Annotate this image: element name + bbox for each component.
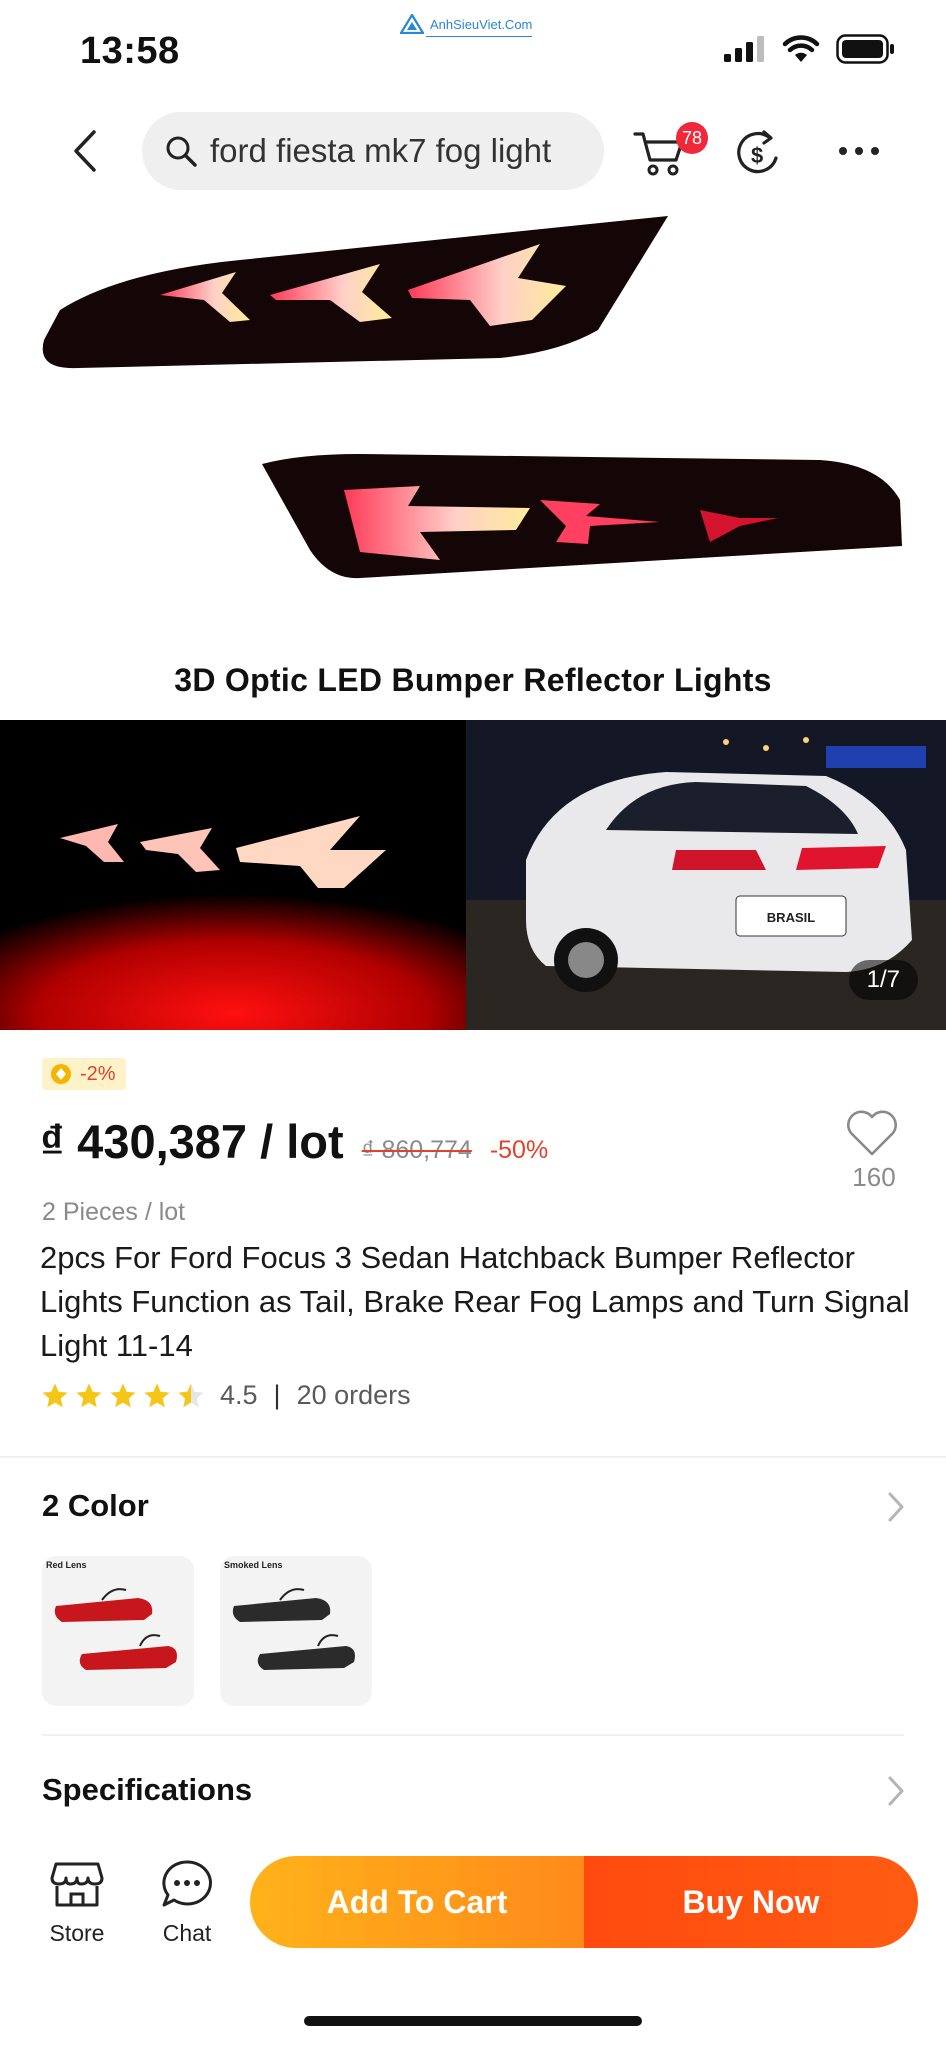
search-input[interactable]: ford fiesta mk7 fog light — [142, 112, 604, 190]
svg-text:$: $ — [751, 143, 763, 168]
star-icon — [76, 1383, 102, 1407]
color-section-title[interactable]: 2 Color — [42, 1488, 149, 1524]
chat-icon — [162, 1860, 212, 1907]
watermark-underline — [426, 36, 533, 37]
rating-stars — [40, 1381, 206, 1411]
purchase-buttons: Add To Cart Buy Now — [250, 1856, 918, 1948]
back-button[interactable] — [66, 126, 110, 176]
rating-value: 4.5 — [220, 1380, 258, 1410]
battery-icon — [836, 34, 894, 64]
color-swatch-smoked[interactable]: Smoked Lens — [220, 1556, 372, 1706]
pieces-per-lot: 2 Pieces / lot — [42, 1198, 186, 1226]
watermark: AnhSieuViet.Com — [400, 14, 533, 37]
add-to-cart-button[interactable]: Add To Cart — [250, 1856, 584, 1948]
product-title: 2pcs For Ford Focus 3 Sedan Hatchback Bu… — [40, 1240, 910, 1363]
store-label: Store — [49, 1920, 105, 1946]
section-divider — [0, 1456, 946, 1458]
star-icon — [110, 1383, 136, 1407]
coin-button[interactable]: $ — [734, 124, 782, 180]
coin-discount-text: -2% — [80, 1062, 116, 1085]
wishlist-count: 160 — [852, 1162, 896, 1192]
store-icon — [50, 1862, 104, 1907]
buy-now-button[interactable]: Buy Now — [584, 1856, 918, 1948]
specifications-chevron[interactable] — [886, 1774, 906, 1808]
reflector-lights-illustration — [42, 216, 902, 579]
signal-icon — [724, 36, 764, 62]
product-gallery[interactable]: 3D Optic LED Bumper Reflector Lights BRA… — [0, 200, 946, 1030]
chevron-right-icon — [888, 1492, 904, 1522]
discount-percent: -50% — [489, 1136, 549, 1164]
star-icon — [144, 1383, 170, 1407]
rating-separator: | — [273, 1380, 281, 1410]
wishlist-button[interactable] — [844, 1108, 900, 1158]
chat-label: Chat — [162, 1920, 212, 1946]
watermark-triangle-icon — [400, 14, 424, 34]
current-price: ₫ 430,387 / lot — [40, 1115, 344, 1168]
half-star-icon — [178, 1383, 204, 1407]
coin-badge-icon — [51, 1064, 71, 1084]
smoked-lens-thumbnail — [232, 1588, 355, 1670]
gallery-main-image: 3D Optic LED Bumper Reflector Lights — [0, 200, 946, 720]
more-icon — [839, 147, 879, 155]
store-button[interactable]: Store — [32, 1858, 122, 1947]
coin-discount-chip: -2% — [42, 1058, 126, 1090]
coin-icon: $ — [737, 130, 778, 174]
search-icon — [166, 136, 197, 167]
orders-count: 20 orders — [296, 1380, 411, 1410]
status-icons — [724, 34, 896, 64]
more-button[interactable] — [834, 136, 884, 166]
gallery-thumb-led — [0, 720, 466, 1030]
swatch-label: Smoked Lens — [224, 1560, 283, 1570]
home-indicator[interactable] — [304, 2016, 642, 2026]
chevron-right-icon — [888, 1776, 904, 1806]
color-section-chevron[interactable] — [886, 1490, 906, 1524]
search-query: ford fiesta mk7 fog light — [210, 132, 552, 169]
original-price: ₫ 860,774 — [361, 1136, 472, 1164]
red-glow-illustration — [0, 720, 466, 1030]
cart-badge: 78 — [676, 122, 708, 154]
gallery-thumb-car: BRASIL 1/7 — [466, 720, 946, 1030]
status-time: 13:58 — [80, 30, 180, 72]
heart-icon — [847, 1110, 897, 1156]
gallery-caption: 3D Optic LED Bumper Reflector Lights — [174, 662, 772, 698]
specifications-title[interactable]: Specifications — [42, 1772, 252, 1808]
watermark-text: AnhSieuViet.Com — [430, 16, 533, 32]
section-divider — [42, 1734, 904, 1736]
color-swatch-red[interactable]: Red Lens — [42, 1556, 194, 1706]
gallery-counter: 1/7 — [848, 960, 918, 1000]
swatch-label: Red Lens — [46, 1560, 87, 1570]
star-icon — [42, 1383, 68, 1407]
red-lens-thumbnail — [54, 1588, 177, 1670]
rating-row[interactable]: 4.5 | 20 orders — [40, 1380, 411, 1411]
license-plate-text: BRASIL — [767, 910, 815, 925]
chat-button[interactable]: Chat — [142, 1858, 232, 1947]
back-icon — [74, 130, 96, 172]
wifi-icon — [782, 35, 820, 62]
price-row: ₫ 430,387 / lot ₫ 860,774 -50% — [40, 1114, 548, 1169]
